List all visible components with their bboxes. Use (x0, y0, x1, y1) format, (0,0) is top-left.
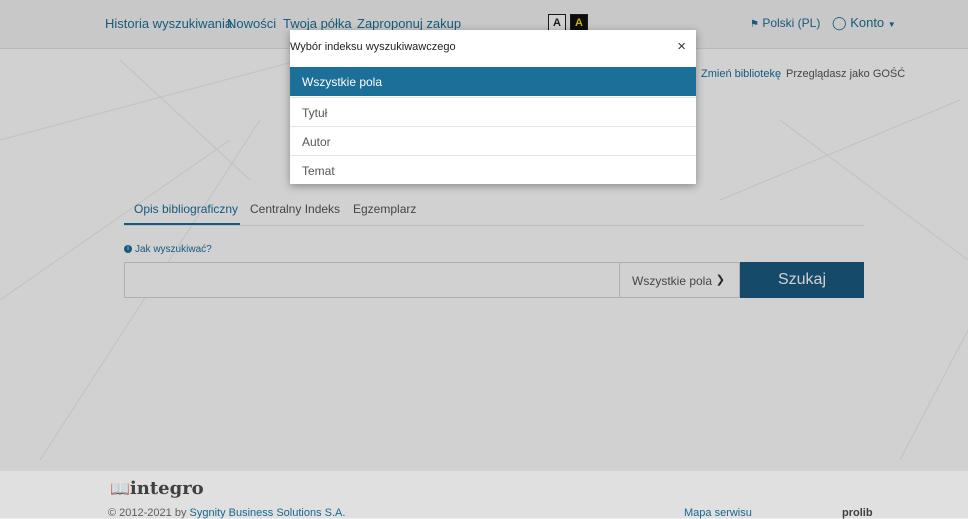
option-subject[interactable]: Temat (290, 155, 696, 184)
search-index-dialog: Wybór indeksu wyszukiwawczego × Wszystki… (290, 30, 696, 184)
modal-backdrop-footer[interactable] (0, 470, 968, 518)
close-icon[interactable]: × (677, 38, 686, 55)
option-title[interactable]: Tytuł (290, 97, 696, 126)
dialog-title-text: Wybór indeksu wyszukiwawczego (290, 41, 456, 53)
option-all-fields[interactable]: Wszystkie pola (290, 67, 696, 96)
option-author[interactable]: Autor (290, 126, 696, 155)
